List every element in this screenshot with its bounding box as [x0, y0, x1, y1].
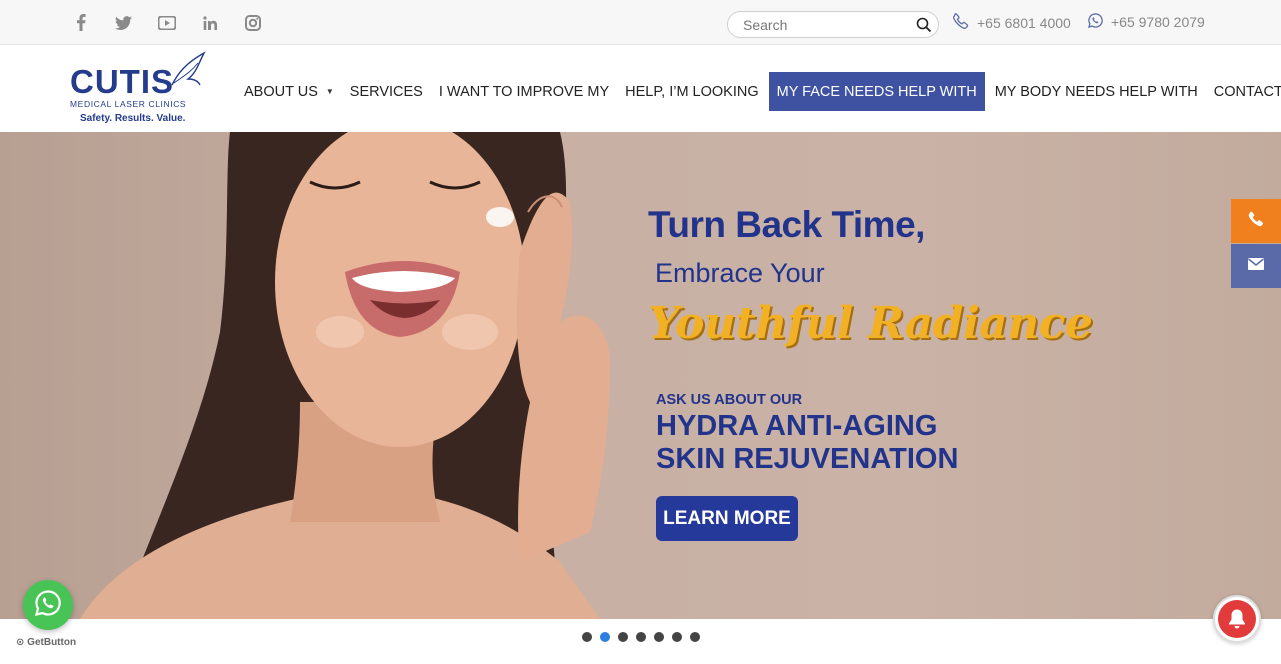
nav-item-label: MY FACE NEEDS HELP WITH	[776, 83, 977, 100]
search-icon[interactable]	[916, 17, 932, 38]
hero-headline: Turn Back Time,	[648, 204, 925, 245]
envelope-icon	[1248, 257, 1264, 275]
nav-item-i-want-to-improve-my[interactable]: I WANT TO IMPROVE MY	[431, 72, 617, 111]
butterfly-icon	[171, 51, 206, 86]
nav-item-label: SERVICES	[349, 83, 423, 100]
logo-tagline: Safety. Results. Value.	[80, 113, 186, 124]
side-phone-button[interactable]	[1231, 199, 1281, 243]
phone-icon	[1248, 211, 1264, 232]
hero-script-headline: Youthful Radiance	[648, 298, 1093, 349]
slider-dot[interactable]	[672, 632, 682, 642]
linkedin-icon[interactable]	[199, 12, 220, 33]
nav-item-my-body-needs-help-with[interactable]: MY BODY NEEDS HELP WITH	[987, 72, 1206, 111]
slider-dot[interactable]	[654, 632, 664, 642]
search-box	[727, 11, 939, 38]
nav-item-services[interactable]: SERVICES	[342, 72, 431, 111]
nav-item-help-im-looking[interactable]: HELP, I’M LOOKING	[617, 72, 767, 111]
getbutton-label: GetButton	[27, 637, 77, 648]
logo-subtitle: MEDICAL LASER CLINICS	[70, 99, 187, 109]
whatsapp-number: +65 9780 2079	[1111, 14, 1205, 30]
side-email-button[interactable]	[1231, 244, 1281, 288]
slider-dot[interactable]	[636, 632, 646, 642]
getbutton-logo-icon: ⊙	[16, 637, 25, 648]
instagram-icon[interactable]	[242, 12, 263, 33]
hero-model-image	[80, 132, 610, 619]
nav-item-label: CONTACT US	[1213, 83, 1281, 100]
nav-item-label: HELP, I’M LOOKING	[625, 83, 759, 100]
hero-banner[interactable]: Turn Back Time, Embrace Your Youthful Ra…	[0, 132, 1281, 619]
hero-subheadline: Embrace Your	[655, 258, 825, 288]
hero-ask-text: ASK US ABOUT OUR	[656, 392, 803, 408]
logo-brand: CUTIS	[70, 63, 174, 100]
nav-item-label: I WANT TO IMPROVE MY	[438, 83, 610, 100]
site-header: CUTIS MEDICAL LASER CLINICS Safety. Resu…	[0, 45, 1281, 132]
social-links	[70, 12, 263, 33]
slider-dot[interactable]	[582, 632, 592, 642]
hero-treatment-line-1: HYDRA ANTI-AGING	[656, 410, 938, 442]
main-nav: ABOUT US ▼ SERVICES I WANT TO IMPROVE MY…	[236, 72, 1281, 111]
twitter-icon[interactable]	[113, 12, 134, 33]
phone-number: +65 6801 4000	[977, 14, 1071, 31]
nav-item-about-us[interactable]: ABOUT US ▼	[236, 72, 342, 111]
slider-dot-active[interactable]	[600, 632, 610, 642]
slider-pagination	[582, 632, 700, 642]
whatsapp-icon	[1087, 13, 1103, 31]
notification-bell-button[interactable]	[1213, 595, 1261, 643]
whatsapp-contact[interactable]: +65 9780 2079	[1087, 13, 1205, 31]
bell-icon	[1218, 600, 1256, 638]
slider-dot[interactable]	[618, 632, 628, 642]
caret-down-icon: ▼	[325, 87, 334, 96]
nav-item-label: ABOUT US	[244, 83, 318, 100]
nav-item-contact-us[interactable]: CONTACT US	[1206, 72, 1281, 111]
getbutton-credit[interactable]: ⊙ GetButton	[16, 637, 76, 648]
hero-treatment-line-2: SKIN REJUVENATION	[656, 443, 959, 475]
slider-dot[interactable]	[690, 632, 700, 642]
logo[interactable]: CUTIS MEDICAL LASER CLINICS Safety. Resu…	[68, 49, 213, 129]
phone-contact[interactable]: +65 6801 4000	[953, 13, 1071, 32]
phone-icon	[953, 13, 969, 32]
youtube-icon[interactable]	[156, 12, 177, 33]
facebook-icon[interactable]	[70, 12, 91, 33]
search-input[interactable]	[743, 17, 903, 33]
learn-more-button[interactable]: LEARN MORE	[656, 496, 798, 541]
nav-item-label: MY BODY NEEDS HELP WITH	[994, 83, 1198, 100]
whatsapp-chat-button[interactable]	[23, 580, 73, 630]
whatsapp-icon	[34, 589, 62, 622]
top-bar: +65 6801 4000 +65 9780 2079	[0, 0, 1281, 45]
nav-item-my-face-needs-help-with[interactable]: MY FACE NEEDS HELP WITH	[768, 72, 985, 111]
